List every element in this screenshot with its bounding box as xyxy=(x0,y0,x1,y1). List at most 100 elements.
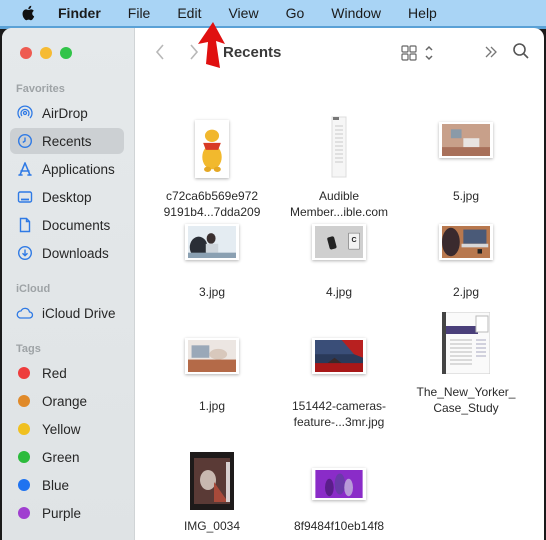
file-name-line1: 4.jpg xyxy=(325,285,353,299)
file-item[interactable]: 2.jpg xyxy=(406,220,526,300)
sidebar-item-label: Applications xyxy=(42,161,115,177)
chevron-left-icon xyxy=(155,44,164,60)
view-mode-button[interactable] xyxy=(401,43,437,63)
more-toolbar-button[interactable] xyxy=(483,44,499,60)
applications-icon xyxy=(16,160,34,178)
sidebar-item-label: Downloads xyxy=(42,245,109,261)
file-grid: c72ca6b569e972 9191b4...7dda209 Audible … xyxy=(135,80,544,540)
image-thumbnail xyxy=(190,452,234,510)
file-name-line2: feature-...3mr.jpg xyxy=(293,415,385,429)
file-name-line1: The_New_Yorker_ xyxy=(416,385,516,399)
image-thumbnail xyxy=(195,120,229,178)
file-name-line1: 151442-cameras- xyxy=(291,399,387,413)
sidebar-item-downloads[interactable]: Downloads xyxy=(10,240,124,266)
sidebar-item-airdrop[interactable]: AirDrop xyxy=(10,100,124,126)
annotation-arrow-icon xyxy=(198,22,225,68)
sidebar-item-label: Orange xyxy=(42,393,88,409)
favorites-heading: Favorites xyxy=(16,83,65,95)
sidebar-item-label: iCloud Drive xyxy=(42,305,116,321)
file-name-line1: Audible xyxy=(318,189,360,203)
apple-icon[interactable] xyxy=(20,4,38,22)
file-item[interactable]: Audible Member...ible.com xyxy=(279,102,399,220)
sidebar-item-desktop[interactable]: Desktop xyxy=(10,184,124,210)
file-name-line1: c72ca6b569e972 xyxy=(165,189,259,203)
cloud-icon xyxy=(16,304,34,322)
file-name-line1: 3.jpg xyxy=(198,285,226,299)
menu-finder[interactable]: Finder xyxy=(58,5,101,21)
airdrop-icon xyxy=(16,104,34,122)
tag-dot-icon xyxy=(18,395,30,407)
file-name-line1: 8f9484f10eb14f8 xyxy=(293,519,385,533)
document-icon xyxy=(16,216,34,234)
file-item[interactable]: 8f9484f10eb14f8 xyxy=(279,450,399,534)
sidebar-item-label: Green xyxy=(42,449,80,465)
image-thumbnail xyxy=(439,224,493,260)
svg-text:C: C xyxy=(351,236,356,244)
sidebar-item-label: Desktop xyxy=(42,189,92,205)
sidebar-tag-yellow[interactable]: Yellow xyxy=(10,416,124,442)
sidebar-tag-orange[interactable]: Orange xyxy=(10,388,124,414)
file-item[interactable]: 1.jpg xyxy=(152,334,272,414)
download-icon xyxy=(16,244,34,262)
sidebar: Favorites AirDrop Recents Applications D… xyxy=(2,28,135,540)
file-name-line1: 5.jpg xyxy=(452,189,480,203)
search-button[interactable] xyxy=(512,42,530,60)
file-name-line1: IMG_0034 xyxy=(183,519,241,533)
file-item[interactable]: 151442-cameras- feature-...3mr.jpg xyxy=(279,334,399,430)
close-button[interactable] xyxy=(20,47,32,59)
menu-bar: Finder File Edit View Go Window Help xyxy=(0,0,546,26)
tag-dot-icon xyxy=(18,367,30,379)
menu-help[interactable]: Help xyxy=(408,5,437,21)
sidebar-item-label: Red xyxy=(42,365,67,381)
sidebar-tag-green[interactable]: Green xyxy=(10,444,124,470)
document-thumbnail xyxy=(331,116,347,178)
file-item[interactable]: The_New_Yorker_ Case_Study xyxy=(406,312,526,416)
sidebar-item-label: Blue xyxy=(42,477,70,493)
image-thumbnail xyxy=(439,122,493,158)
file-item[interactable]: 3.jpg xyxy=(152,220,272,300)
menu-view[interactable]: View xyxy=(228,5,258,21)
search-icon xyxy=(513,43,529,59)
zoom-button[interactable] xyxy=(60,47,72,59)
tag-dot-icon xyxy=(18,451,30,463)
minimize-button[interactable] xyxy=(40,47,52,59)
sidebar-tag-red[interactable]: Red xyxy=(10,360,124,386)
file-name-line2: Case_Study xyxy=(433,401,499,415)
sidebar-item-documents[interactable]: Documents xyxy=(10,212,124,238)
tag-dot-icon xyxy=(18,507,30,519)
tag-dot-icon xyxy=(18,423,30,435)
file-item[interactable]: IMG_0034 xyxy=(152,450,272,534)
menu-go[interactable]: Go xyxy=(286,5,305,21)
image-thumbnail: C xyxy=(312,224,366,260)
file-item[interactable]: c72ca6b569e972 9191b4...7dda209 xyxy=(152,102,272,220)
file-item[interactable]: C 4.jpg xyxy=(279,220,399,300)
sidebar-item-label: AirDrop xyxy=(42,105,88,121)
finder-window: Favorites AirDrop Recents Applications D… xyxy=(2,28,544,540)
image-thumbnail xyxy=(185,224,239,260)
image-thumbnail xyxy=(312,468,366,500)
menu-window[interactable]: Window xyxy=(331,5,381,21)
screen: Finder File Edit View Go Window Help Fav… xyxy=(0,0,546,540)
tags-heading: Tags xyxy=(16,343,41,355)
sidebar-item-label: Yellow xyxy=(42,421,81,437)
menu-file[interactable]: File xyxy=(128,5,151,21)
menu-edit[interactable]: Edit xyxy=(177,5,201,21)
file-name-line1: 1.jpg xyxy=(198,399,226,413)
sidebar-item-label: Purple xyxy=(42,505,82,521)
document-thumbnail xyxy=(442,312,490,374)
image-thumbnail xyxy=(312,338,366,374)
file-name-line2: Member...ible.com xyxy=(289,205,389,219)
file-item[interactable]: 5.jpg xyxy=(406,102,526,204)
sidebar-item-recents[interactable]: Recents xyxy=(10,128,124,154)
window-controls xyxy=(20,47,72,59)
sidebar-item-icloud-drive[interactable]: iCloud Drive xyxy=(10,300,124,326)
window-title: Recents xyxy=(223,44,282,61)
sidebar-tag-blue[interactable]: Blue xyxy=(10,472,124,498)
grid-view-icon xyxy=(401,45,433,61)
sidebar-item-applications[interactable]: Applications xyxy=(10,156,124,182)
desktop-icon xyxy=(16,188,34,206)
file-name-line2: 9191b4...7dda209 xyxy=(163,205,261,219)
image-thumbnail xyxy=(185,338,239,374)
back-button[interactable] xyxy=(153,42,167,62)
sidebar-tag-purple[interactable]: Purple xyxy=(10,500,124,526)
